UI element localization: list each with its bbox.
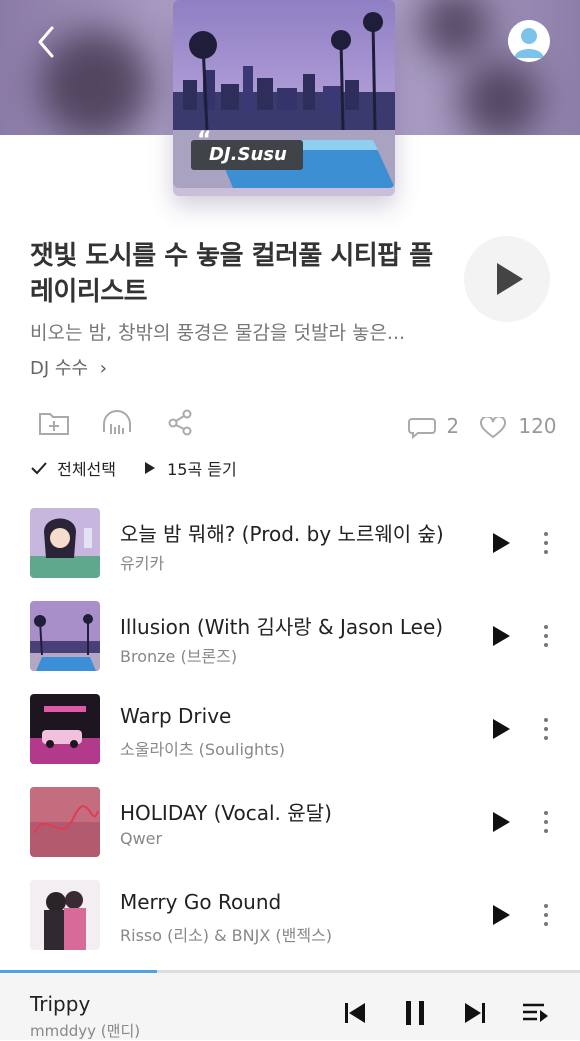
back-button[interactable] bbox=[28, 22, 68, 62]
now-playing-artist: mmddyy (맨디) bbox=[30, 1022, 141, 1040]
like-button[interactable]: 120 bbox=[480, 414, 557, 439]
mini-player[interactable]: Trippy mmddyy (맨디) bbox=[0, 970, 580, 1040]
chevron-left-icon bbox=[38, 26, 54, 58]
track-row[interactable]: Warp Drive 소울라이츠 (Soulights) bbox=[0, 694, 580, 766]
playlist-cover: “ DJ.Susu bbox=[165, 0, 403, 200]
cover-badge-text: DJ.Susu bbox=[209, 144, 287, 165]
track-more-button[interactable] bbox=[536, 528, 556, 558]
track-artist: Bronze (브론즈) bbox=[120, 647, 238, 666]
add-to-folder-button[interactable] bbox=[38, 408, 70, 440]
play-icon bbox=[493, 719, 510, 739]
heart-icon bbox=[480, 415, 506, 438]
track-title: Illusion (With 김사랑 & Jason Lee) bbox=[120, 615, 444, 639]
pause-button[interactable] bbox=[400, 998, 430, 1028]
track-row[interactable]: Illusion (With 김사랑 & Jason Lee) Bronze (… bbox=[0, 601, 580, 673]
playlist-title: 잿빛 도시를 수 놓을 컬러풀 시티팝 플레이리스트 bbox=[30, 241, 433, 307]
progress-bar[interactable] bbox=[0, 970, 580, 973]
progress-fill bbox=[0, 970, 157, 973]
comment-icon bbox=[408, 417, 436, 439]
track-more-button[interactable] bbox=[536, 621, 556, 651]
track-more-button[interactable] bbox=[536, 900, 556, 930]
play-playlist-button[interactable] bbox=[464, 236, 550, 322]
previous-button[interactable] bbox=[340, 998, 370, 1028]
profile-button[interactable] bbox=[508, 20, 550, 62]
track-artist: 유키카 bbox=[120, 554, 165, 573]
track-artist: 소울라이츠 (Soulights) bbox=[120, 740, 286, 759]
track-play-button[interactable] bbox=[488, 716, 514, 742]
track-thumbnail bbox=[30, 601, 100, 671]
track-row[interactable]: 오늘 밤 뭐해? (Prod. by 노르웨이 숲) 유키카 bbox=[0, 508, 580, 580]
track-more-button[interactable] bbox=[536, 807, 556, 837]
track-artist: Qwer bbox=[120, 829, 163, 848]
track-more-button[interactable] bbox=[536, 714, 556, 744]
dj-name: DJ 수수 bbox=[30, 358, 89, 379]
track-artist: Risso (리소) & BNJX (밴젝스) bbox=[120, 926, 333, 945]
chevron-right-icon: › bbox=[99, 358, 107, 379]
comment-count: 2 bbox=[446, 414, 460, 438]
track-thumbnail bbox=[30, 880, 100, 950]
listen-button[interactable] bbox=[101, 408, 133, 440]
track-title: Merry Go Round bbox=[120, 890, 282, 914]
more-vertical-icon bbox=[544, 532, 548, 554]
play-small-icon bbox=[145, 462, 155, 474]
next-button[interactable] bbox=[460, 998, 490, 1028]
user-avatar-icon bbox=[508, 20, 550, 62]
play-all-label: 15곡 듣기 bbox=[167, 460, 237, 479]
share-button[interactable] bbox=[166, 408, 194, 440]
track-row[interactable]: Merry Go Round Risso (리소) & BNJX (밴젝스) bbox=[0, 880, 580, 952]
pause-icon bbox=[406, 1001, 424, 1025]
track-thumbnail bbox=[30, 508, 100, 578]
queue-list-icon bbox=[523, 1003, 548, 1022]
now-playing-title: Trippy bbox=[30, 992, 91, 1016]
like-count: 120 bbox=[518, 414, 557, 438]
play-all-button[interactable]: 15곡 듣기 bbox=[144, 456, 237, 480]
track-title: HOLIDAY (Vocal. 윤달) bbox=[120, 801, 332, 825]
play-icon bbox=[497, 263, 523, 295]
track-thumbnail bbox=[30, 694, 100, 764]
more-vertical-icon bbox=[544, 625, 548, 647]
select-all-label: 전체선택 bbox=[57, 460, 116, 479]
checkmark-icon bbox=[31, 462, 47, 475]
play-icon bbox=[493, 626, 510, 646]
more-vertical-icon bbox=[544, 904, 548, 926]
play-icon bbox=[493, 905, 510, 925]
headphones-icon bbox=[103, 410, 131, 434]
dj-link[interactable]: DJ 수수 › bbox=[30, 354, 107, 380]
folder-plus-icon bbox=[39, 413, 69, 435]
track-thumbnail bbox=[30, 787, 100, 857]
track-play-button[interactable] bbox=[488, 809, 514, 835]
track-title: 오늘 밤 뭐해? (Prod. by 노르웨이 숲) bbox=[120, 522, 444, 546]
cover-image: “ DJ.Susu bbox=[173, 0, 395, 188]
skip-next-icon bbox=[465, 1003, 485, 1023]
play-icon bbox=[493, 812, 510, 832]
select-all-button[interactable]: 전체선택 bbox=[30, 456, 116, 480]
playlist-description[interactable]: 비오는 밤, 창밖의 풍경은 물감을 덧발라 놓은... bbox=[30, 318, 405, 345]
track-title: Warp Drive bbox=[120, 704, 232, 728]
track-play-button[interactable] bbox=[488, 530, 514, 556]
share-icon bbox=[168, 409, 192, 436]
skip-previous-icon bbox=[345, 1003, 365, 1023]
queue-button[interactable] bbox=[520, 998, 550, 1028]
track-play-button[interactable] bbox=[488, 623, 514, 649]
track-play-button[interactable] bbox=[488, 902, 514, 928]
more-vertical-icon bbox=[544, 811, 548, 833]
play-icon bbox=[493, 533, 510, 553]
track-row[interactable]: HOLIDAY (Vocal. 윤달) Qwer bbox=[0, 787, 580, 859]
comments-button[interactable]: 2 bbox=[408, 414, 459, 439]
more-vertical-icon bbox=[544, 718, 548, 740]
